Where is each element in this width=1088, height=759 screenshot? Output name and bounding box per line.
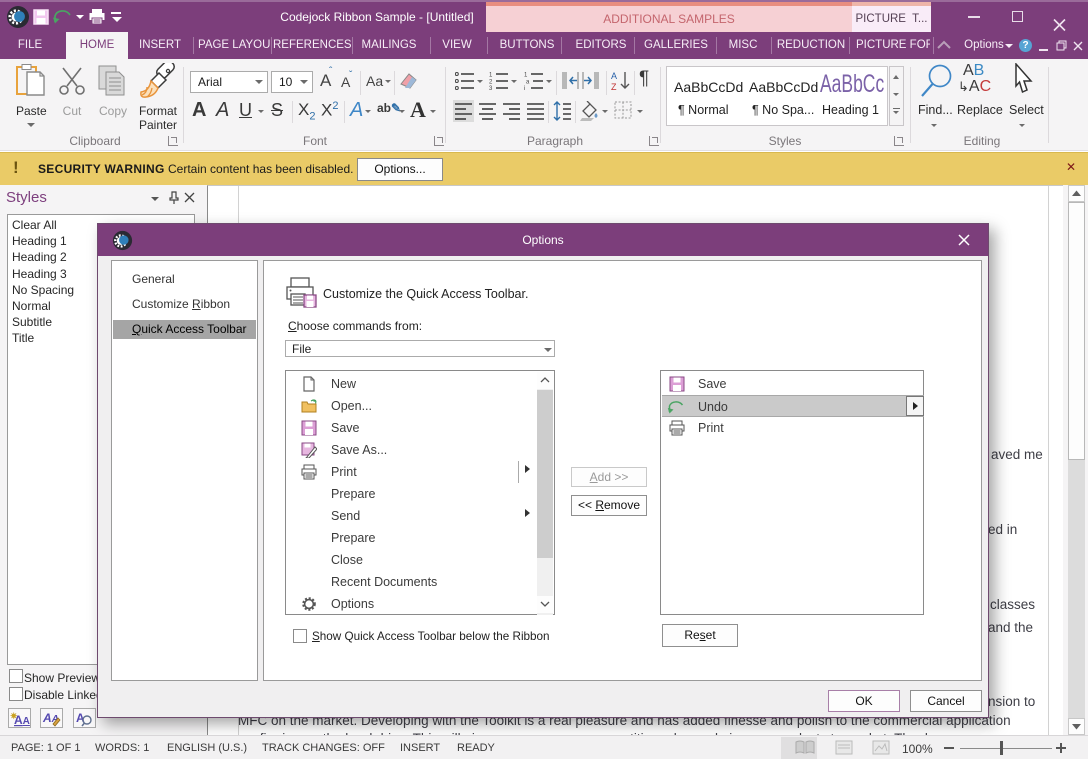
svg-text:1: 1 [489,73,493,79]
svg-text:AA: AA [14,713,30,727]
svg-text:1: 1 [524,73,528,79]
svg-text:3: 3 [489,86,493,90]
svg-text:A: A [611,71,617,81]
svg-text:Z: Z [611,82,617,92]
svg-text:2: 2 [489,80,493,86]
svg-text:i: i [524,86,525,90]
svg-text:a: a [526,80,530,86]
